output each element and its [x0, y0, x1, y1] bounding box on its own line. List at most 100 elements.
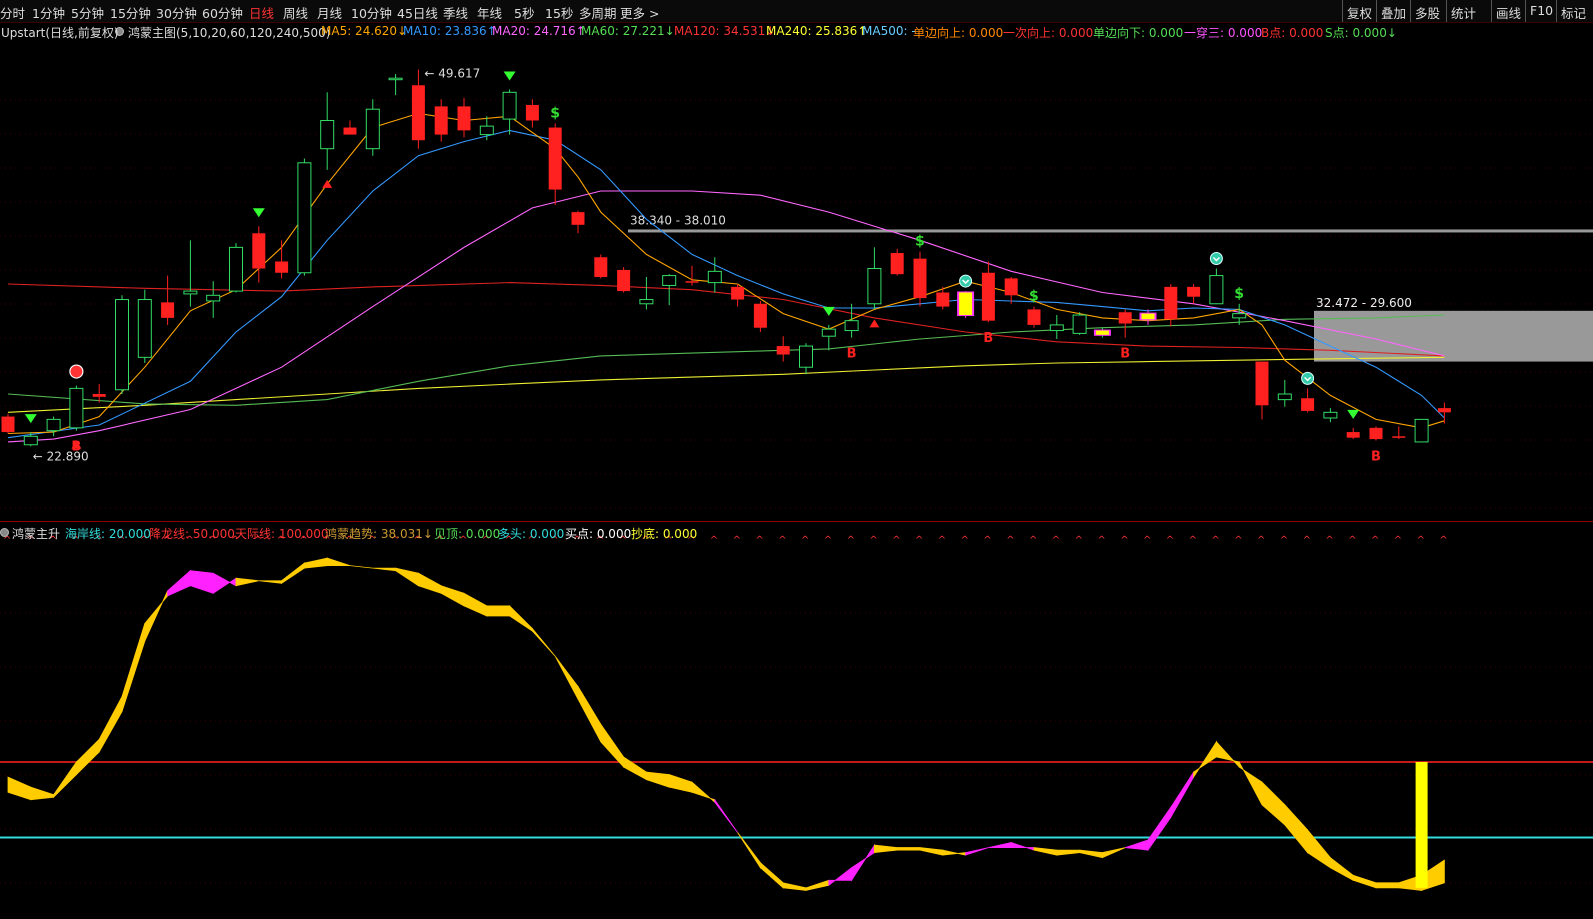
trend-band-segment: [965, 847, 989, 856]
trend-band-segment: [1147, 806, 1172, 852]
candle-body: [525, 104, 539, 121]
candle: [731, 284, 745, 307]
trend-band-segment: [1216, 740, 1240, 769]
toolbar-button[interactable]: 标记: [1561, 3, 1586, 22]
candle: [1139, 309, 1157, 325]
candle: [320, 92, 335, 170]
toolbar-separator: [1446, 0, 1447, 22]
trend-band-segment: [258, 580, 283, 584]
toolbar-button[interactable]: 复权: [1347, 3, 1372, 22]
candle: [799, 343, 813, 375]
candle-body: [867, 268, 882, 305]
candle-body: [23, 435, 38, 446]
candle-body: [1414, 418, 1429, 443]
sub-indicator-bar: 鸿蒙主升 海岸线: 20.000 降龙线: 50.000 天际线: 100.000 鸿…: [0, 523, 1593, 541]
candle: [821, 324, 836, 351]
period-tab[interactable]: 30分钟: [156, 3, 197, 22]
period-tab[interactable]: 季线: [443, 3, 468, 22]
trend-band-segment: [714, 798, 738, 833]
sub-indicator-name[interactable]: 鸿蒙主升: [12, 525, 60, 541]
period-tab[interactable]: 45日线: [397, 3, 438, 22]
candle-body: [161, 302, 175, 318]
ma-value: 单边向上: 0.000: [913, 26, 1004, 40]
sub-line-value: 多头: 0.000: [498, 527, 565, 541]
candle: [388, 73, 403, 96]
toolbar-button[interactable]: 画线: [1496, 3, 1521, 22]
period-tab[interactable]: 日线: [249, 3, 274, 22]
ma-value: MA20: 24.716↑: [492, 24, 586, 38]
candle-body: [1187, 286, 1201, 297]
high-price-label: ← 49.617: [424, 66, 480, 80]
candle-body: [457, 106, 471, 131]
trend-band-segment: [167, 569, 191, 597]
candle: [548, 123, 562, 206]
toolbar-separator: [1556, 0, 1557, 22]
candle-body: [1232, 313, 1247, 319]
period-tab[interactable]: 5秒: [514, 3, 534, 22]
toolbar-button[interactable]: 多股: [1415, 3, 1440, 22]
period-tab[interactable]: 10分钟: [351, 3, 392, 22]
ma-value: MA120: 34.531↓: [674, 24, 776, 38]
indicator-name[interactable]: 鸿蒙主图(5,10,20,60,120,240,500): [128, 24, 330, 40]
trend-band-segment: [988, 842, 1012, 848]
candle-body: [1301, 398, 1315, 411]
candle: [411, 69, 425, 149]
period-tab[interactable]: 年线: [477, 3, 502, 22]
period-tab[interactable]: 分时: [0, 3, 25, 22]
candle: [229, 243, 243, 293]
candle: [206, 281, 221, 318]
candle-body: [343, 127, 357, 135]
period-tab[interactable]: 多周期: [579, 3, 617, 22]
trend-band-segment: [760, 861, 784, 889]
sub-chart[interactable]: ^ ^ ^ ^ ^ ^ ^ ^ ^ ^ ^ ^ ^ ^ ^ ^ ^ ^ ^ ^ ^ ^ ^ ^ ^ ^ ^ ^ ^ ^ ^ ^ ^ ^ ^ ^ ^ ^ ^ ^…: [0, 523, 1593, 919]
trend-band-segment: [98, 696, 123, 754]
support-zone-1: [628, 229, 1593, 233]
down-triangle-icon: [822, 306, 835, 316]
ma5-line: [7, 112, 1445, 435]
candle: [161, 275, 175, 325]
down-triangle-icon: [24, 414, 37, 424]
period-tab[interactable]: 15秒: [545, 3, 573, 22]
trend-band-segment: [691, 781, 716, 804]
period-tab[interactable]: 5分钟: [71, 3, 104, 22]
candle-body: [320, 119, 335, 150]
ma-value: 一次向上: 0.000: [1003, 26, 1094, 40]
trend-band-segment: [1125, 839, 1149, 851]
trend-band-segment: [874, 844, 898, 854]
period-tab[interactable]: 60分钟: [202, 3, 243, 22]
period-tab[interactable]: 更多 >: [620, 3, 659, 22]
trend-band-segment: [577, 685, 602, 743]
period-tab[interactable]: 1分钟: [32, 3, 65, 22]
candle-body: [639, 299, 654, 305]
candle: [776, 336, 790, 362]
period-tab[interactable]: 月线: [317, 3, 342, 22]
toolbar-button[interactable]: 统计: [1451, 3, 1476, 22]
period-tab[interactable]: 15分钟: [110, 3, 151, 22]
trend-band-segment: [1010, 841, 1035, 851]
main-chart[interactable]: 38.340 - 38.01032.472 - 29.600← 49.617← …: [0, 40, 1593, 521]
candle-body: [959, 292, 973, 316]
trend-band-segment: [600, 722, 624, 769]
candle-body: [252, 233, 266, 269]
toolbar-separator: [1491, 0, 1492, 22]
up-triangle-icon: [322, 179, 333, 188]
candle: [275, 240, 289, 279]
candle-body: [92, 394, 106, 397]
pane-divider[interactable]: [0, 521, 1593, 522]
sub-line-value: 天际线: 100.000: [235, 527, 329, 541]
candle-body: [434, 106, 448, 135]
trend-band-segment: [7, 776, 32, 801]
toolbar-button[interactable]: F10: [1530, 3, 1553, 18]
candle: [594, 254, 608, 279]
candle-body: [1369, 427, 1383, 440]
trend-band-segment: [76, 738, 100, 776]
toolbar-button[interactable]: 叠加: [1381, 3, 1406, 22]
sub-indicator-menu-icon[interactable]: [0, 528, 9, 537]
trend-band-segment: [1261, 781, 1286, 826]
candle: [1369, 426, 1383, 441]
trend-band-segment: [1352, 874, 1377, 889]
period-tab[interactable]: 周线: [283, 3, 308, 22]
candle: [662, 274, 677, 306]
ma-value: B点: 0.000: [1261, 26, 1324, 40]
down-triangle-icon: [252, 208, 265, 218]
